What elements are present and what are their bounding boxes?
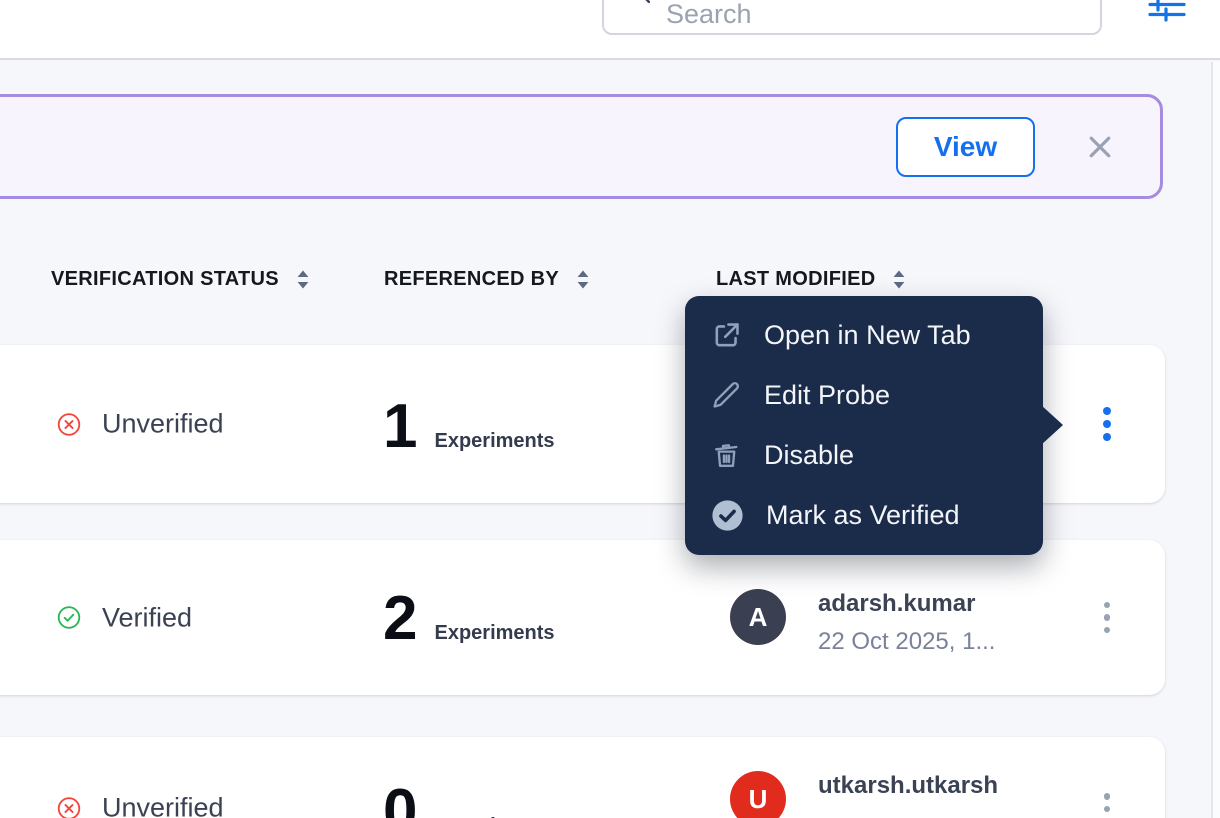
sort-icon[interactable] (891, 269, 907, 290)
kebab-dot (1104, 627, 1111, 634)
column-header-referenced-by[interactable]: REFERENCED BY (384, 268, 591, 291)
column-label: VERIFICATION STATUS (51, 268, 279, 291)
modified-date: 22 Oct 2025, 1... (818, 628, 995, 657)
experiment-count: 1 (383, 398, 417, 455)
check-circle-icon (56, 605, 82, 631)
view-button[interactable]: View (896, 117, 1035, 177)
status-label: Unverified (102, 409, 224, 440)
right-gutter (1213, 62, 1220, 818)
column-header-verification-status[interactable]: VERIFICATION STATUS (51, 268, 311, 291)
status-label: Unverified (102, 793, 224, 818)
status-label: Verified (102, 602, 192, 633)
search-input[interactable] (602, 0, 1102, 35)
search-box (602, 0, 1102, 35)
modified-info: adarsh.kumar 22 Oct 2025, 1... (818, 589, 995, 657)
last-modified-cell: U utkarsh.utkarsh (730, 771, 998, 818)
close-icon[interactable] (1085, 132, 1115, 162)
kebab-dot (1103, 433, 1111, 441)
referenced-by-cell: 1 Experiments (383, 398, 555, 455)
menu-item-label: Edit Probe (764, 380, 890, 411)
topbar (0, 0, 1220, 60)
menu-item-label: Disable (764, 440, 854, 471)
trash-icon (711, 440, 742, 471)
experiment-unit-label: Experiments (434, 430, 554, 453)
row-actions-kebab-button[interactable] (1085, 785, 1129, 818)
experiment-count: 2 (383, 590, 417, 647)
kebab-dot (1104, 614, 1111, 621)
column-label: LAST MODIFIED (716, 268, 875, 291)
avatar: A (730, 589, 786, 645)
kebab-dot (1104, 602, 1111, 609)
menu-item-disable[interactable]: Disable (685, 426, 1043, 486)
avatar: U (730, 771, 786, 818)
referenced-by-cell: 0 Experiments (383, 783, 555, 818)
external-link-icon (711, 320, 742, 351)
experiment-count: 0 (383, 783, 417, 818)
verification-status-cell: Unverified (56, 793, 224, 818)
modified-info: utkarsh.utkarsh (818, 771, 998, 818)
menu-item-mark-as-verified[interactable]: Mark as Verified (685, 486, 1043, 546)
filter-sliders-icon[interactable] (1148, 0, 1186, 28)
kebab-dot (1103, 420, 1111, 428)
kebab-dot (1104, 793, 1111, 800)
row-actions-kebab-button[interactable] (1085, 400, 1129, 448)
menu-item-label: Mark as Verified (766, 500, 960, 531)
verification-status-cell: Unverified (56, 409, 224, 440)
menu-pointer-arrow (1041, 405, 1063, 445)
x-circle-icon (56, 411, 82, 437)
column-label: REFERENCED BY (384, 268, 559, 291)
referenced-by-cell: 2 Experiments (383, 590, 555, 647)
sort-icon[interactable] (575, 269, 591, 290)
x-circle-icon (56, 795, 82, 818)
modified-by-user: utkarsh.utkarsh (818, 772, 998, 801)
notification-banner: View (0, 94, 1163, 199)
row-actions-kebab-button[interactable] (1085, 594, 1129, 642)
menu-item-edit-probe[interactable]: Edit Probe (685, 366, 1043, 426)
check-circle-icon (711, 499, 744, 532)
table-row[interactable]: Unverified 0 Experiments U utkarsh.utkar… (0, 737, 1165, 818)
last-modified-cell: A adarsh.kumar 22 Oct 2025, 1... (730, 589, 995, 657)
menu-item-label: Open in New Tab (764, 320, 971, 351)
kebab-dot (1104, 806, 1111, 813)
table-row[interactable]: Verified 2 Experiments A adarsh.kumar 22… (0, 540, 1165, 695)
column-header-last-modified[interactable]: LAST MODIFIED (716, 268, 907, 291)
sort-icon[interactable] (295, 269, 311, 290)
verification-status-cell: Verified (56, 602, 192, 633)
modified-by-user: adarsh.kumar (818, 590, 995, 619)
menu-item-open-in-new-tab[interactable]: Open in New Tab (685, 306, 1043, 366)
kebab-dot (1103, 407, 1111, 415)
row-actions-context-menu: Open in New Tab Edit Probe Disable (685, 296, 1043, 555)
table-header-row: VERIFICATION STATUS REFERENCED BY LAST M… (0, 268, 1220, 302)
pencil-icon (711, 380, 742, 411)
experiment-unit-label: Experiments (434, 622, 554, 645)
